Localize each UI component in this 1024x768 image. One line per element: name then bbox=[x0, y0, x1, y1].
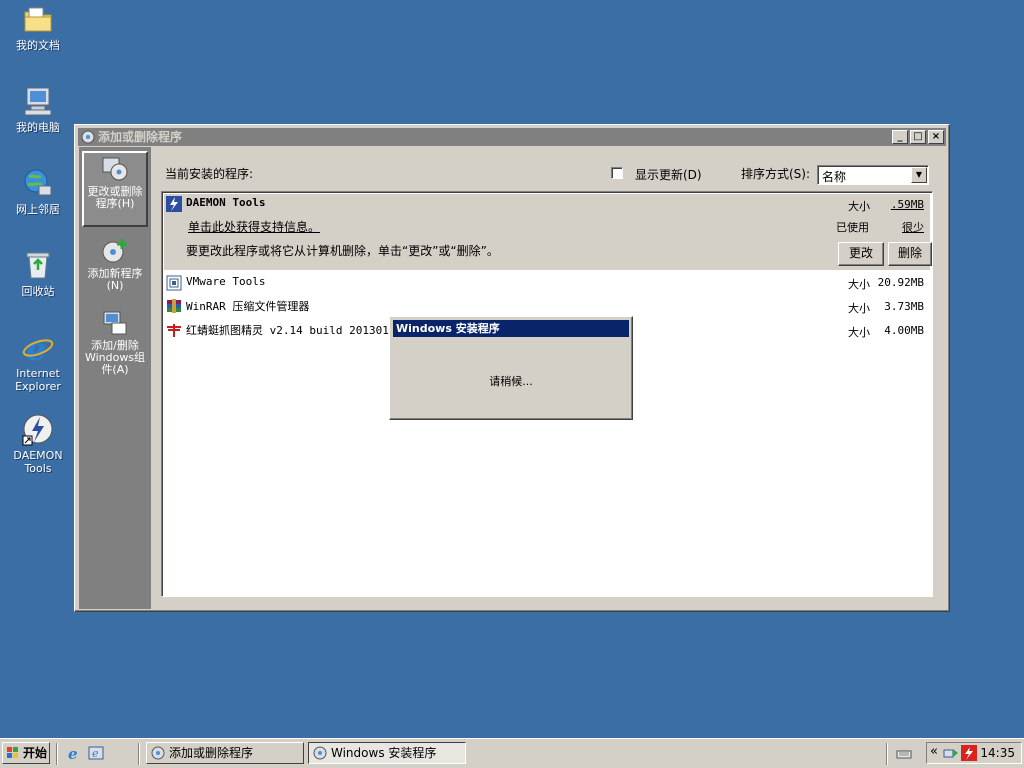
dialog-titlebar[interactable]: Windows 安装程序 bbox=[393, 320, 629, 337]
clock: 14:35 bbox=[980, 746, 1015, 760]
window-titlebar[interactable]: 添加或删除程序 _ □ × bbox=[78, 128, 946, 146]
desktop-icon-recycle-bin[interactable]: 回收站 bbox=[0, 248, 76, 298]
task-add-remove-programs[interactable]: 添加或删除程序 bbox=[146, 742, 304, 764]
folder-icon bbox=[21, 2, 55, 36]
size-label: 大小 bbox=[848, 302, 870, 315]
program-name: DAEMON Tools bbox=[186, 196, 266, 209]
winrar-icon bbox=[166, 298, 182, 314]
desktop-icon-network[interactable]: 网上邻居 bbox=[0, 166, 76, 216]
sort-by-label: 排序方式(S): bbox=[741, 167, 811, 181]
sidebar-item-label: 更改或删除程序(H) bbox=[87, 185, 143, 210]
windows-components-icon bbox=[100, 309, 130, 337]
close-button[interactable]: × bbox=[928, 130, 944, 144]
desktop-icon-daemon-tools[interactable]: DAEMON Tools bbox=[0, 412, 76, 475]
used-label: 已使用 bbox=[836, 221, 869, 234]
sidebar-item-label: 添加新程序(N) bbox=[87, 267, 143, 292]
show-updates-label: 显示更新(D) bbox=[635, 168, 702, 182]
desktop-icon-label: 回收站 bbox=[21, 285, 55, 298]
used-value[interactable]: 很少 bbox=[902, 219, 924, 235]
vmware-tools-icon bbox=[166, 275, 182, 291]
desktop-icon-internet-explorer[interactable]: e Internet Explorer bbox=[0, 330, 76, 393]
windows-installer-icon bbox=[313, 746, 327, 760]
task-label: 添加或删除程序 bbox=[169, 746, 254, 760]
add-remove-programs-icon bbox=[151, 746, 165, 760]
sort-by-select[interactable]: 名称 ▼ bbox=[817, 165, 929, 185]
svg-text:e: e bbox=[26, 330, 46, 364]
windows-installer-dialog: Windows 安装程序 请稍候... bbox=[389, 316, 633, 420]
change-remove-programs-icon bbox=[100, 155, 130, 183]
maximize-button[interactable]: □ bbox=[910, 130, 926, 144]
minimize-button[interactable]: _ bbox=[892, 130, 908, 144]
program-name: VMware Tools bbox=[186, 275, 266, 288]
taskbar-separator bbox=[886, 743, 888, 765]
size-value: .59MB bbox=[890, 198, 924, 211]
maximize-icon: □ bbox=[913, 131, 923, 142]
tray-expand-chevron-icon[interactable]: « bbox=[930, 744, 938, 759]
internet-explorer-quicklaunch-icon[interactable]: e bbox=[66, 745, 82, 763]
desktop-icon-label: 我的电脑 bbox=[16, 121, 60, 134]
dialog-title: Windows 安装程序 bbox=[396, 322, 500, 335]
program-instructions: 要更改此程序或将它从计算机删除，单击“更改”或“删除”。 bbox=[186, 244, 499, 258]
close-icon: × bbox=[931, 131, 941, 142]
sidebar-item-add-new[interactable]: 添加新程序(N) bbox=[82, 235, 148, 299]
svg-text:e: e bbox=[68, 745, 78, 761]
svg-text:e: e bbox=[92, 747, 99, 760]
change-button[interactable]: 更改 bbox=[838, 242, 884, 266]
start-label: 开始 bbox=[23, 746, 48, 760]
dialog-message: 请稍候... bbox=[489, 375, 533, 388]
taskbar-separator bbox=[138, 743, 140, 765]
add-remove-programs-icon bbox=[81, 130, 95, 144]
computer-icon bbox=[21, 84, 55, 118]
support-info-link[interactable]: 单击此处获得支持信息。 bbox=[188, 218, 320, 235]
windows-logo-icon bbox=[6, 746, 20, 760]
list-item[interactable]: DAEMON Tools 单击此处获得支持信息。 要更改此程序或将它从计算机删除… bbox=[164, 194, 932, 270]
taskbar-separator bbox=[56, 743, 58, 765]
desktop-icon-label: 我的文档 bbox=[16, 39, 60, 52]
dragonfly-icon bbox=[166, 322, 182, 338]
sidebar-item-windows-components[interactable]: 添加/删除Windows组件(A) bbox=[82, 307, 148, 387]
desktop-icon-my-computer[interactable]: 我的电脑 bbox=[0, 84, 76, 134]
taskbar: 开始 e e 添加或删除程序 Windows 安装程序 « 14:35 bbox=[0, 738, 1024, 768]
keyboard-tray-icon[interactable] bbox=[896, 745, 912, 761]
system-tray: « 14:35 bbox=[926, 742, 1022, 764]
daemon-tools-icon bbox=[166, 196, 182, 212]
desktop-icon-label: Internet Explorer bbox=[15, 367, 61, 393]
start-button[interactable]: 开始 bbox=[2, 742, 50, 764]
add-programs-icon bbox=[100, 237, 130, 265]
list-item[interactable]: VMware Tools 大小 20.92MB bbox=[164, 272, 930, 294]
installed-programs-label: 当前安装的程序: bbox=[165, 167, 254, 181]
size-label: 大小 bbox=[848, 326, 870, 339]
network-tray-icon[interactable] bbox=[943, 745, 959, 761]
sidebar: 更改或删除程序(H) 添加新程序(N) 添加/删除Windows组件(A) bbox=[79, 147, 151, 609]
list-item[interactable]: WinRAR 压缩文件管理器 大小 3.73MB bbox=[164, 295, 930, 317]
remove-button[interactable]: 删除 bbox=[888, 242, 932, 266]
daemon-tools-tray-icon[interactable] bbox=[961, 745, 977, 761]
size-label: 大小 bbox=[848, 278, 870, 291]
size-value: 3.73MB bbox=[884, 300, 924, 313]
network-icon bbox=[21, 166, 55, 200]
chevron-down-icon[interactable]: ▼ bbox=[911, 167, 927, 183]
daemon-tools-icon bbox=[21, 412, 55, 446]
show-desktop-icon[interactable]: e bbox=[88, 745, 104, 761]
task-windows-installer[interactable]: Windows 安装程序 bbox=[308, 742, 466, 764]
size-value: 20.92MB bbox=[877, 276, 924, 289]
desktop-icon-my-documents[interactable]: 我的文档 bbox=[0, 2, 76, 52]
size-value: 4.00MB bbox=[884, 324, 924, 337]
size-label: 大小 bbox=[848, 200, 870, 213]
sidebar-item-change-remove[interactable]: 更改或删除程序(H) bbox=[82, 151, 148, 227]
recycle-bin-icon bbox=[21, 248, 55, 282]
program-name: 红蜻蜓抓图精灵 v2.14 build 2013010 bbox=[186, 324, 396, 337]
sort-by-value: 名称 bbox=[822, 170, 847, 184]
sidebar-item-label: 添加/删除Windows组件(A) bbox=[84, 339, 146, 376]
minimize-icon: _ bbox=[897, 131, 903, 142]
program-name: WinRAR 压缩文件管理器 bbox=[186, 300, 310, 313]
show-updates-checkbox[interactable] bbox=[611, 167, 623, 179]
desktop-icon-label: 网上邻居 bbox=[16, 203, 60, 216]
window-title: 添加或删除程序 bbox=[98, 130, 183, 144]
task-label: Windows 安装程序 bbox=[331, 746, 437, 760]
desktop-icon-label: DAEMON Tools bbox=[13, 449, 63, 475]
internet-explorer-icon: e bbox=[21, 330, 55, 368]
